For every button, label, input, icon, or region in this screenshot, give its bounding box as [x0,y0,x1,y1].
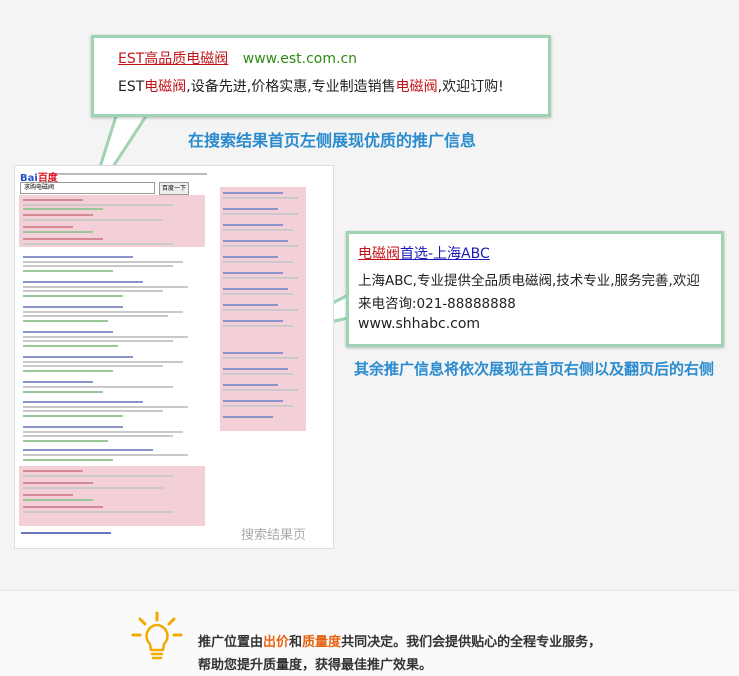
pagination[interactable] [21,530,111,536]
desc-keyword: 电磁阀 [395,79,438,95]
ad-description: EST电磁阀,设备先进,价格实惠,专业制造销售电磁阀,欢迎订购! [118,76,504,96]
desc-part: EST [118,79,145,95]
desc-keyword: 电磁阀 [144,79,187,95]
note-line-2: 帮助您提升质量度，获得最佳推广效果。 [198,658,433,673]
ad-desc-line-1: 上海ABC,专业提供全品质电磁阀,技术专业,服务完善,欢迎 [358,273,700,289]
ad-title[interactable]: EST高品质电磁阀 [118,51,228,67]
caption-top: 在搜索结果首页左侧展现优质的推广信息 [188,131,477,150]
desc-part: ,设备先进,价格实惠,专业制造销售 [186,79,396,95]
ad-title-rest: 首选-上海ABC [400,246,490,262]
ad-url-right: www.shhabc.com [358,316,481,332]
search-button[interactable]: 百度一下 [159,182,189,195]
ad-title-right[interactable]: 电磁阀首选-上海ABC [358,243,490,263]
ad-url: www.est.com.cn [242,51,358,67]
ad-preview-right: 电磁阀首选-上海ABC 上海ABC,专业提供全品质电磁阀,技术专业,服务完善,欢… [346,231,724,347]
desc-part: ,欢迎订购! [437,79,504,95]
ad-desc-line-2: 来电咨询:021-88888888 [358,296,516,312]
search-input[interactable]: 求购电磁阀 [20,182,155,194]
ad-preview-top: EST高品质电磁阀 www.est.com.cn EST电磁阀,设备先进,价格实… [91,35,551,117]
serp-label: 搜索结果页 [241,528,307,543]
nav-links [57,173,207,175]
caption-right: 其余推广信息将依次展现在首页右侧以及翻页后的右侧 [354,360,715,378]
ad-title-line: EST高品质电磁阀 www.est.com.cn [118,48,357,68]
lightbulb-icon [131,611,183,660]
main-panel: EST高品质电磁阀 www.est.com.cn EST电磁阀,设备先进,价格实… [0,0,739,590]
ad-title-keyword: 电磁阀 [358,246,400,262]
note-line-1: 推广位置由出价和质量度共同决定。我们会提供贴心的全程专业服务， [198,635,602,650]
search-results-page-thumbnail: Bai百度 求购电磁阀 百度一下 搜索结果页 [14,165,334,549]
bottom-note-panel: 推广位置由出价和质量度共同决定。我们会提供贴心的全程专业服务， 帮助您提升质量度… [0,590,739,676]
